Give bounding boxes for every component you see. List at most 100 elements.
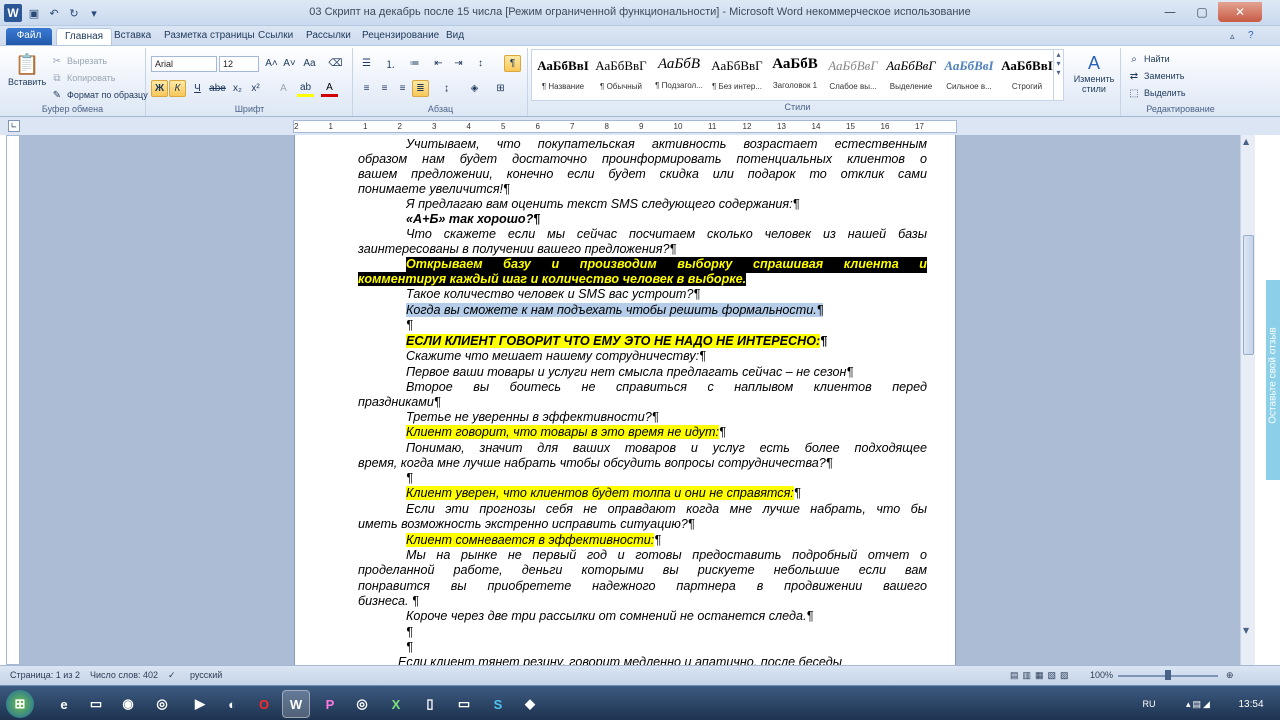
change-case-icon[interactable]: Aa [301,55,318,72]
firefox-icon[interactable]: ◐ [218,690,246,718]
tray-icons[interactable]: ▴▤◢ [1174,690,1224,718]
tab-references[interactable]: Ссылки [250,28,301,46]
align-center-icon[interactable]: ≡ [376,80,393,97]
justify-icon[interactable]: ≣ [412,80,429,97]
start-button-icon[interactable]: ⊞ [6,690,34,718]
superscript-icon[interactable]: x² [247,80,264,97]
word-count[interactable]: Число слов: 402 [90,670,158,680]
format-painter-button[interactable]: ✎ Формат по образцу [50,88,148,102]
subscript-icon[interactable]: x₂ [229,80,246,97]
style-intense-emphasis[interactable]: АаБбВвІ Сильное в... [940,52,998,98]
grow-font-icon[interactable]: A˄ [263,55,280,72]
feedback-side-panel[interactable]: Оставьте свой отзыв [1266,280,1280,480]
zoom-slider-thumb[interactable] [1165,670,1171,680]
minimize-icon[interactable]: — [1154,2,1186,22]
styles-scroll-icon[interactable]: ▴ ▾ ▾ [1053,50,1063,100]
change-styles-button[interactable]: A Изменить стили [1070,52,1118,95]
vertical-scrollbar[interactable]: ▲ ▼ [1240,135,1255,665]
align-left-icon[interactable]: ≡ [358,80,375,97]
font-size-combo[interactable]: 12 [219,56,259,72]
font-name-combo[interactable]: Arial [151,56,217,72]
shading-icon[interactable]: ◈ [466,80,483,97]
chrome-icon[interactable]: ◉ [114,690,142,718]
multilevel-list-icon[interactable]: ≔ [406,55,423,72]
find-button[interactable]: ⌕ Найти [1127,52,1170,66]
style-title[interactable]: АаБбВвI ¶ Название [534,52,592,98]
increase-indent-icon[interactable]: ⇥ [450,55,467,72]
bullets-icon[interactable]: ☰ [358,55,375,72]
show-marks-icon[interactable]: ¶ [504,55,521,72]
horizontal-ruler[interactable]: 2 1 1 2 3 4 5 6 7 8 9 10 11 12 13 14 15 16 17 [293,120,957,133]
media-icon[interactable]: ▶ [186,690,214,718]
app3-icon[interactable]: ◆ [516,690,544,718]
style-no-spacing[interactable]: АаБбВвГ ¶ Без интер... [708,52,766,98]
highlight-icon[interactable]: ab [297,80,314,97]
ie-icon[interactable]: e [50,690,78,718]
app-icon[interactable]: ◎ [148,690,176,718]
tab-selector-icon[interactable]: ∟ [8,120,20,132]
close-icon[interactable]: ✕ [1218,2,1262,22]
language-indicator[interactable]: русский [190,670,222,680]
underline-icon[interactable]: Ч [189,80,206,97]
tab-page-layout[interactable]: Разметка страницы [156,28,263,46]
doc-line: время, когда мне лучше набрать чтобы обс… [358,456,833,470]
align-right-icon[interactable]: ≡ [394,80,411,97]
opera-icon[interactable]: O [250,690,278,718]
font-color-icon[interactable]: A [321,80,338,97]
paste-button[interactable]: 📋 Вставить [8,52,46,88]
tab-insert[interactable]: Вставка [106,28,159,46]
help-icon[interactable]: ? [1240,28,1262,46]
scroll-down-icon[interactable]: ▼ [1243,626,1249,635]
explorer-icon[interactable]: ▭ [82,690,110,718]
text-effects-icon[interactable]: A [275,80,292,97]
style-normal[interactable]: АаБбВвГ ¶ Обычный [592,52,650,98]
copy-icon: ⧉ [53,72,61,84]
input-language[interactable]: RU [1138,690,1160,718]
scroll-up-icon[interactable]: ▲ [1243,137,1249,146]
numbering-icon[interactable]: ⒈ [382,55,399,72]
view-buttons-icon[interactable]: ▤▥▦▧▨ [1010,670,1073,681]
bold-icon[interactable]: Ж [151,80,168,97]
tab-view[interactable]: Вид [438,28,472,46]
doc-line: Если клиент тянет резину, говорит медлен… [398,655,842,665]
excel-icon[interactable]: X [382,690,410,718]
zoom-in-icon[interactable]: ⊕ [1226,670,1234,681]
page-count[interactable]: Страница: 1 из 2 [10,670,80,680]
zoom-level[interactable]: 100% [1090,670,1113,680]
tab-mailings[interactable]: Рассылки [298,28,359,46]
publisher-icon[interactable]: P [316,690,344,718]
document-page[interactable]: Учитываем, что покупательская активность… [294,135,956,665]
skype-icon[interactable]: S [484,690,512,718]
document-icon[interactable]: ▯ [416,690,444,718]
style-strong[interactable]: АаБбВвІ Строгий [998,52,1056,98]
cut-button[interactable]: ✂ Вырезать [50,54,107,68]
sort-icon[interactable]: ↕ [472,55,489,72]
line-spacing-icon[interactable]: ↨ [438,80,455,97]
word-taskbar-icon[interactable]: W [282,690,310,718]
copy-button[interactable]: ⧉ Копировать [50,71,115,85]
tab-home[interactable]: Главная [56,28,113,46]
decrease-indent-icon[interactable]: ⇤ [430,55,447,72]
scroll-thumb[interactable] [1243,235,1254,355]
app2-icon[interactable]: ◎ [348,690,376,718]
style-emphasis[interactable]: АаБбВвГ Выделение [882,52,940,98]
shrink-font-icon[interactable]: A˅ [281,55,298,72]
strikethrough-icon[interactable]: abe [209,80,226,97]
maximize-icon[interactable]: ▢ [1186,2,1218,22]
style-subtitle[interactable]: АаБбВ ¶ Подзагол... [650,52,708,98]
vertical-ruler[interactable] [6,135,20,665]
select-button[interactable]: ⬚ Выделить [1127,86,1185,100]
tab-file[interactable]: Файл [6,28,52,46]
clock[interactable]: 13:54 [1232,690,1270,718]
editing-group: ⌕ Найти ⇄ Заменить ⬚ Выделить Редактировани… [1120,48,1240,116]
proofing-icon[interactable]: ✓ [168,670,176,681]
replace-button[interactable]: ⇄ Заменить [1127,69,1185,83]
style-subtle-emphasis[interactable]: АаБбВвГ Слабое вы... [824,52,882,98]
doc-line: Что скажете если мы сейчас посчитаем ско… [406,227,927,241]
borders-icon[interactable]: ⊞ [492,80,509,97]
tab-review[interactable]: Рецензирование [354,28,447,46]
desktop-icon[interactable]: ▭ [450,690,478,718]
style-heading1[interactable]: АаБбВ Заголовок 1 [766,52,824,98]
clear-format-icon[interactable]: ⌫ [327,55,344,72]
italic-icon[interactable]: К [169,80,186,97]
